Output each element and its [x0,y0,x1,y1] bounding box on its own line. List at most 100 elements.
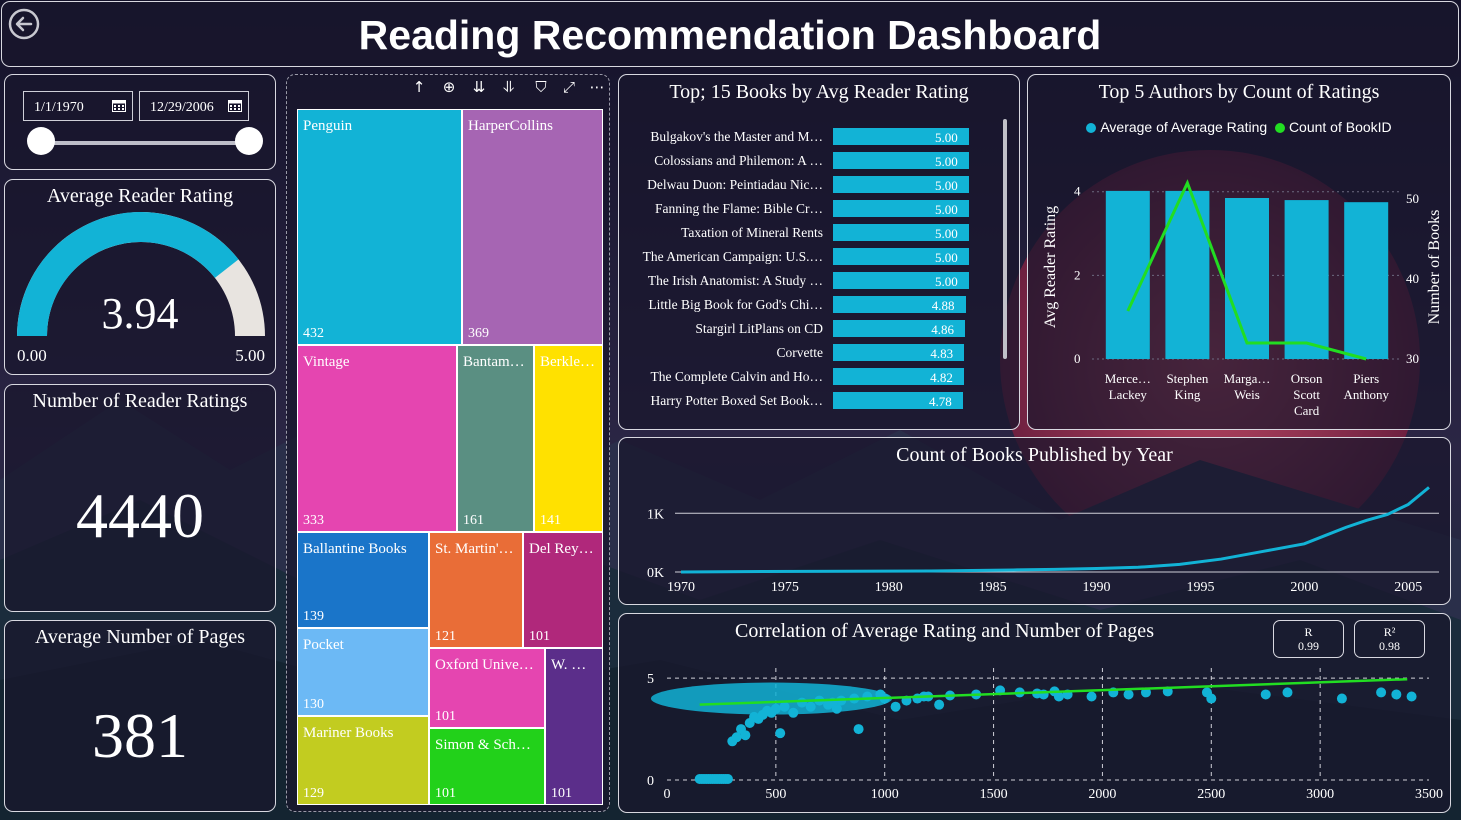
drill-up-icon[interactable]: ↑ [409,77,429,97]
expand-next-icon[interactable]: ⥥ [499,77,519,97]
treemap-cell[interactable]: HarperCollins 369 [462,109,603,345]
y-right-tick-label: 50 [1406,191,1419,206]
treemap-cell-label: Pocket [303,637,344,653]
legend-label: Average of Average Rating [1100,119,1268,135]
book-row[interactable]: Fanning the Flame: Bible Cr… 5.00 [619,199,999,223]
slider-start-handle[interactable] [27,127,55,155]
scrollbar[interactable] [1003,119,1007,359]
treemap-cell[interactable]: Bantam… 161 [457,345,534,532]
x-tick-label: Card [1294,403,1320,418]
book-rating-value: 4.83 [930,346,954,361]
book-row[interactable]: Harry Potter Boxed Set Book… 4.78 [619,391,999,415]
scatter-point [1260,689,1271,700]
book-row[interactable]: Little Big Book for God's Chi… 4.88 [619,295,999,319]
book-rating-value: 4.88 [931,298,955,313]
treemap-cell[interactable]: Penguin 432 [297,109,462,345]
date-slicer: 1/1/1970 12/29/2006 [4,74,276,170]
start-date-input[interactable]: 1/1/1970 [23,91,133,121]
treemap-cell-label: Oxford Unive… [435,657,534,673]
publisher-treemap[interactable]: ↑ ⊕ ⇊ ⥥ ⛉ ⤢ ⋯ Penguin 432 HarperCollins 369… [286,74,610,812]
treemap-cell[interactable]: Ballantine Books 139 [297,532,429,628]
book-title: Little Big Book for God's Chi… [648,297,823,312]
books-by-year-card: Count of Books Published by Year 0K 1K 197… [618,437,1451,605]
book-row[interactable]: The American Campaign: U.S.… 5.00 [619,247,999,271]
r-squared-value: 0.98 [1379,639,1400,653]
book-row[interactable]: Delwau Duon: Peintiadau Nic… 5.00 [619,175,999,199]
y-tick-label: 0 [1074,351,1081,366]
calendar-icon[interactable] [228,99,242,112]
treemap-cell[interactable]: Mariner Books 129 [297,716,429,805]
start-date-value: 1/1/1970 [34,100,84,115]
drill-down-icon[interactable]: ⊕ [439,77,459,97]
top-books-card: Top; 15 Books by Avg Reader Rating Bulga… [618,74,1020,430]
gauge-value: 3.94 [101,289,179,338]
treemap-cell[interactable]: Pocket 130 [297,628,429,716]
scatter-point [1282,687,1293,698]
date-range-slider[interactable] [41,141,253,145]
treemap-cell[interactable]: Del Rey… 101 [523,532,603,648]
treemap-cell[interactable]: W. … 101 [545,648,603,805]
scatter-point [1406,691,1417,702]
book-row[interactable]: Bulgakov's the Master and M… 5.00 [619,127,999,151]
end-date-input[interactable]: 12/29/2006 [139,91,249,121]
x-tick-label: 2005 [1394,580,1422,595]
legend-item[interactable]: Average of Average Rating [1086,119,1267,135]
book-row[interactable]: Colossians and Philemon: A … 5.00 [619,151,999,175]
scatter-point [788,707,799,718]
x-tick-label: 1500 [980,787,1008,802]
book-title: The American Campaign: U.S.… [642,249,823,264]
book-title: The Irish Anatomist: A Study … [647,273,823,288]
r-squared-stat-box: R² 0.98 [1354,620,1425,658]
book-rating-value: 5.00 [935,130,958,145]
treemap-cell-value: 101 [435,786,456,801]
treemap-cell-value: 129 [303,786,324,801]
y-tick-label: 2 [1074,267,1081,282]
treemap-cell-label: Del Rey… [529,541,594,557]
book-rating-value: 5.00 [935,178,958,193]
card-title: Average Reader Rating [46,185,234,207]
treemap-cell[interactable]: Simon & Sch… 101 [429,728,545,805]
scatter-point [853,724,864,735]
slider-end-handle[interactable] [235,127,263,155]
treemap-cell-label: Berkle… [540,354,595,370]
treemap-cell[interactable]: Oxford Unive… 101 [429,648,545,728]
book-row[interactable]: The Complete Calvin and Ho… 4.82 [619,367,999,391]
more-options-icon[interactable]: ⋯ [587,77,607,97]
treemap-cell-value: 121 [435,629,456,644]
book-row[interactable]: The Irish Anatomist: A Study … 5.00 [619,271,999,295]
gauge-max-label: 5.00 [235,346,265,365]
chart-legend: Average of Average Rating Count of BookI… [1028,119,1450,135]
top-authors-card: Top 5 Authors by Count of Ratings Averag… [1027,74,1451,430]
book-title: Corvette [776,345,824,360]
book-rating-value: 4.78 [929,394,952,409]
scatter-point [722,773,733,784]
x-tick-label: 1995 [1186,580,1214,595]
treemap-cell-value: 432 [303,326,324,341]
focus-mode-icon[interactable]: ⤢ [559,77,579,97]
legend-item[interactable]: Count of BookID [1274,119,1392,135]
r-squared-label: R² [1383,625,1396,639]
x-tick-label: 2000 [1290,580,1318,595]
scatter-point [1391,689,1402,700]
book-row[interactable]: Taxation of Mineral Rents 5.00 [619,223,999,247]
treemap-cell[interactable]: Berkle… 141 [534,345,603,532]
treemap-cell-value: 101 [529,629,550,644]
y-right-axis-title: Number of Books [1426,210,1443,325]
x-tick-label: 2500 [1197,787,1225,802]
treemap-cell[interactable]: St. Martin'… 121 [429,532,523,648]
treemap-cell[interactable]: Vintage 333 [297,345,457,532]
x-tick-label: 1990 [1083,580,1111,595]
scatter-point [862,691,873,702]
treemap-cell-value: 369 [468,326,489,341]
expand-all-icon[interactable]: ⇊ [469,77,489,97]
filter-icon[interactable]: ⛉ [531,77,551,97]
card-title: Top 5 Authors by Count of Ratings [1098,81,1380,103]
x-tick-label: 1000 [871,787,899,802]
x-tick-label: Weis [1234,387,1260,402]
x-tick-label: 500 [765,787,786,802]
scatter-point [1336,693,1347,704]
book-row[interactable]: Stargirl LitPlans on CD 4.86 [619,319,999,343]
calendar-icon[interactable] [112,99,126,112]
book-row[interactable]: Corvette 4.83 [619,343,999,367]
book-title: Bulgakov's the Master and M… [650,129,823,144]
